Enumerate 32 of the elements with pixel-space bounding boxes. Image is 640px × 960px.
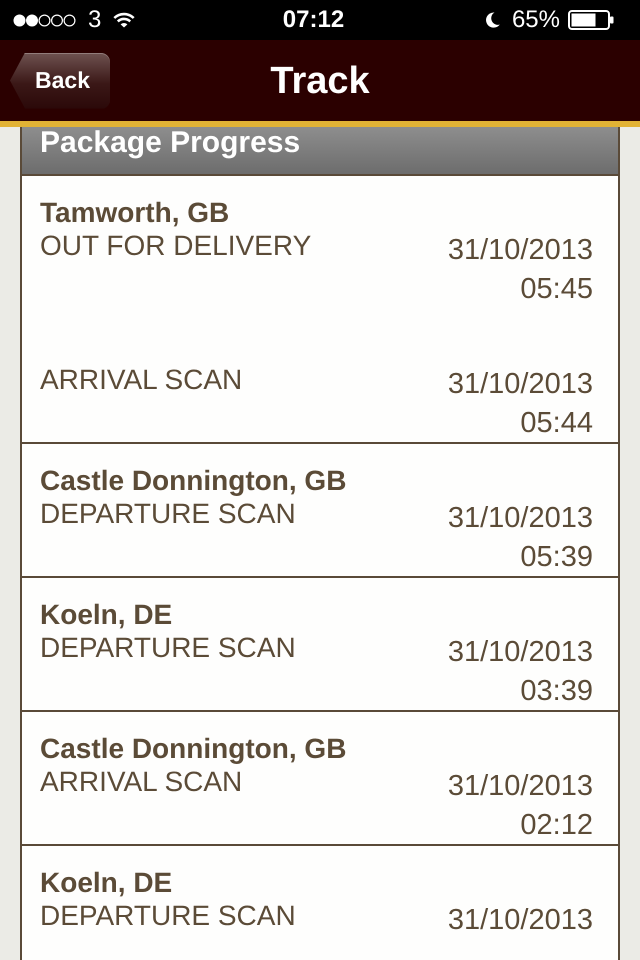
wifi-icon <box>113 12 136 28</box>
signal-strength-icon <box>13 14 76 26</box>
screen-title: Track <box>270 58 370 102</box>
time-label: 05:39 <box>520 540 593 575</box>
location-label: Koeln, DE <box>40 867 174 899</box>
moon-icon <box>486 12 500 28</box>
location-label: Koeln, DE <box>40 599 174 631</box>
battery-icon <box>568 10 614 30</box>
carrier-label: 3 <box>88 6 102 34</box>
location-label: Tamworth, GB <box>40 197 230 229</box>
status-label: DEPARTURE SCAN <box>40 497 296 531</box>
time-label: 02:12 <box>520 808 593 843</box>
section-header: Package Progress <box>22 127 618 176</box>
date-label: 31/10/2013 <box>448 233 593 268</box>
date-label: 31/10/2013 <box>448 903 593 938</box>
status-label: DEPARTURE SCAN <box>40 899 296 933</box>
date-label: 31/10/2013 <box>448 635 593 670</box>
back-button[interactable]: Back <box>10 52 110 108</box>
date-label: 31/10/2013 <box>448 769 593 804</box>
status-label: DEPARTURE SCAN <box>40 631 296 665</box>
clock-time: 07:12 <box>282 6 344 34</box>
status-label: ARRIVAL SCAN <box>40 765 242 799</box>
status-label: ARRIVAL SCAN <box>40 363 242 397</box>
location-label: Castle Donnington, GB <box>40 733 348 765</box>
date-label: 31/10/2013 <box>448 501 593 536</box>
battery-percent: 65% <box>512 6 560 34</box>
location-label: Castle Donnington, GB <box>40 465 348 497</box>
time-label: 05:44 <box>520 406 593 441</box>
status-label: OUT FOR DELIVERY <box>40 229 312 263</box>
time-label: 05:45 <box>520 272 593 307</box>
date-label: 31/10/2013 <box>448 367 593 402</box>
time-label: 03:39 <box>520 674 593 709</box>
